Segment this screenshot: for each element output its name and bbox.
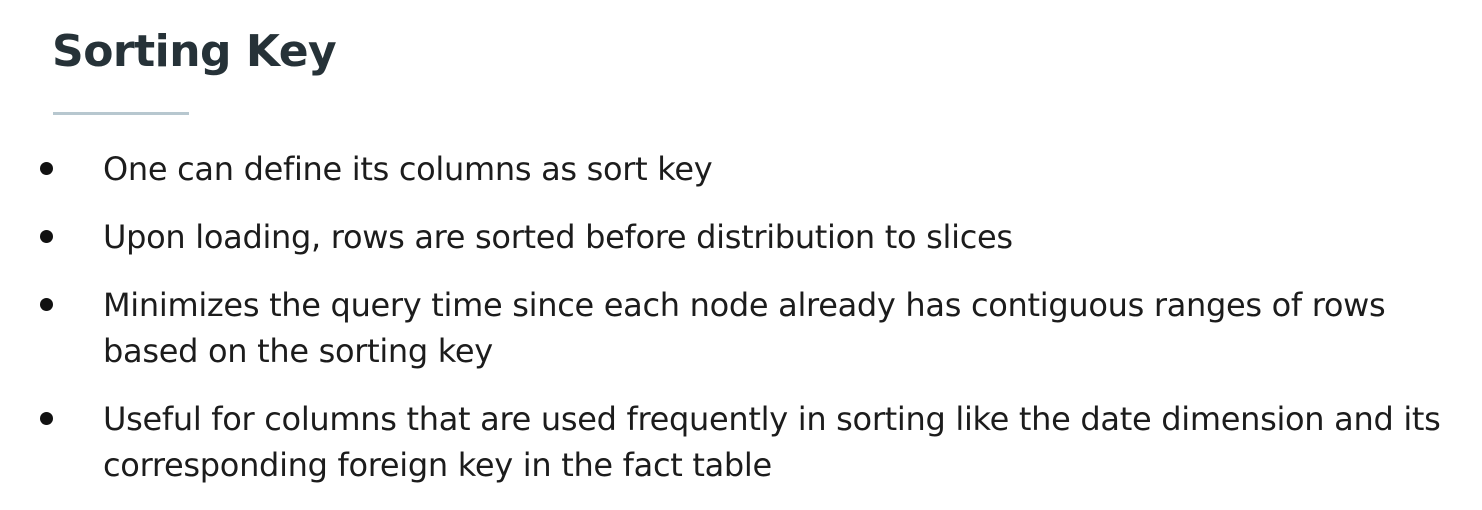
bullet-text: Upon loading, rows are sorted before dis… [103, 218, 1013, 256]
slide: Sorting Key One can define its columns a… [0, 0, 1482, 508]
bullet-item: One can define its columns as sort key [40, 146, 1460, 192]
bullet-dot-icon [40, 412, 53, 425]
slide-title: Sorting Key [52, 26, 337, 77]
bullet-dot-icon [40, 298, 53, 311]
bullet-text: Useful for columns that are used frequen… [103, 400, 1441, 484]
bullet-list: One can define its columns as sort key U… [40, 146, 1460, 510]
bullet-item: Upon loading, rows are sorted before dis… [40, 214, 1460, 260]
bullet-dot-icon [40, 230, 53, 243]
bullet-dot-icon [40, 162, 53, 175]
bullet-text: Minimizes the query time since each node… [103, 286, 1386, 370]
bullet-item: Minimizes the query time since each node… [40, 282, 1460, 374]
bullet-item: Useful for columns that are used frequen… [40, 396, 1460, 488]
title-underline [53, 112, 189, 115]
bullet-text: One can define its columns as sort key [103, 150, 713, 188]
